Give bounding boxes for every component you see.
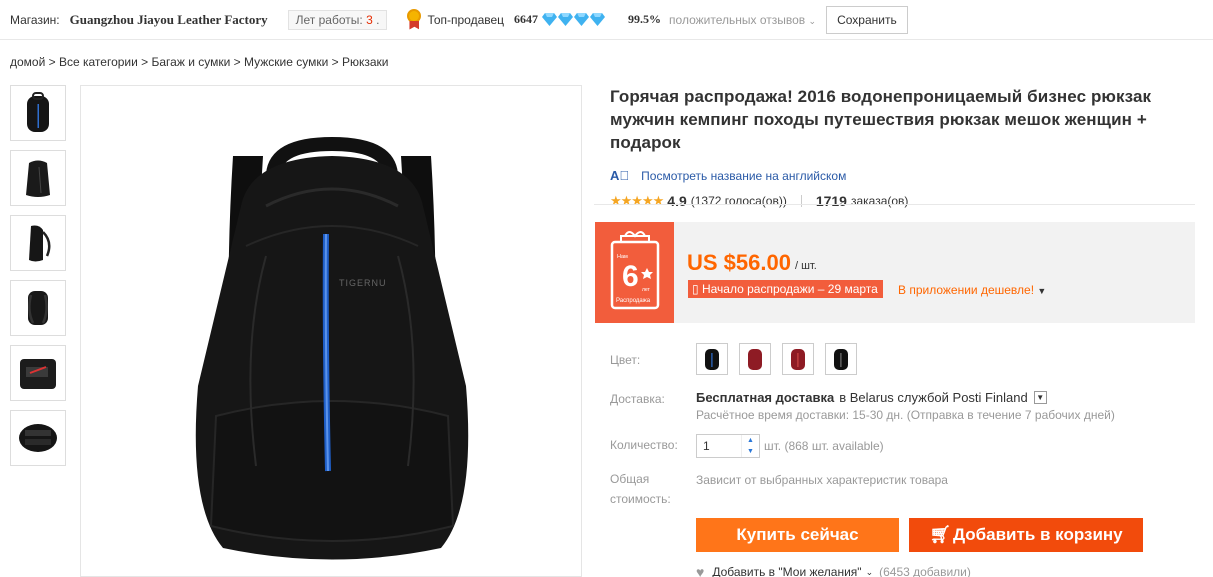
thumbnail-back[interactable] (10, 280, 66, 336)
chevron-down-icon: ⌄ (808, 15, 817, 26)
total-value: Зависит от выбранных характеристик товар… (696, 473, 948, 487)
add-to-wishlist-link[interactable]: Добавить в "Мои желания" (712, 565, 861, 577)
shipping-label: Доставка: (610, 392, 665, 406)
orders-count: 1719 (815, 193, 847, 209)
total-label-line1: Общая (610, 472, 650, 486)
seller-level-diamonds[interactable] (542, 13, 606, 26)
thumbnail-strip (10, 85, 66, 475)
caret-down-icon: ▼ (1037, 286, 1047, 296)
divider (800, 195, 802, 207)
brand-logo-text: TIGERNU (339, 278, 387, 288)
top-seller-label: Топ-продавец (427, 12, 505, 27)
store-label: Магазин: (10, 12, 60, 27)
product-title: Горячая распродажа! 2016 водонепроницаем… (610, 87, 1152, 152)
thumbnail-side[interactable] (10, 215, 66, 271)
quantity-increase-button[interactable]: ▲ (742, 435, 759, 446)
add-to-cart-label: Добавить в корзину (952, 525, 1123, 544)
promo-small-text: лет (642, 287, 651, 293)
color-swatch-black[interactable] (696, 343, 728, 375)
wishlist-count: (6453 добавили) (879, 565, 971, 577)
color-swatch-black-2[interactable] (825, 343, 857, 375)
seller-score[interactable]: 6647 (514, 12, 538, 27)
years-value: 3 (366, 12, 373, 27)
quantity-available: шт. (868 шт. available) (764, 439, 884, 453)
heart-icon[interactable]: ♥ (696, 564, 704, 577)
thumbnail-front[interactable] (10, 85, 66, 141)
shipping-destination: в Belarus службой Posti Finland (839, 390, 1028, 405)
thumbnail-angle[interactable] (10, 150, 66, 206)
main-product-image[interactable]: TIGERNU (80, 85, 582, 577)
feedback-dropdown[interactable]: положительных отзывов ⌄ (669, 13, 816, 27)
diamond-icon (542, 13, 558, 26)
price-unit: / шт. (795, 260, 817, 272)
shipping-info: Бесплатная доставка в Belarus службой Po… (696, 390, 1047, 405)
rating-row: ★★★★★ 4.9 (1372 голоса(ов)) 1719 заказа(… (610, 193, 1210, 209)
sale-start-text: Начало распродажи – 29 марта (701, 282, 878, 296)
shipping-eta: Расчётное время доставки: 15-30 дн. (Отп… (696, 408, 1115, 422)
votes-count[interactable]: (1372 голоса(ов)) (691, 194, 787, 208)
anniversary-promo-badge: Нам 6 лет Распродажа (595, 222, 674, 323)
feedback-label: положительных отзывов (669, 12, 806, 27)
add-to-cart-button[interactable]: 🛒︎ Добавить в корзину (909, 518, 1143, 552)
positive-feedback-percent: 99.5% (628, 12, 662, 26)
price-box: Нам 6 лет Распродажа US $56.00 / шт. ▯ Н… (595, 222, 1195, 323)
quantity-stepper: ▲ ▼ (696, 434, 760, 458)
app-cheaper-text: В приложении дешевле! (898, 283, 1035, 297)
color-label: Цвет: (610, 353, 641, 367)
thumbnail-open[interactable] (10, 345, 66, 401)
years-dot: . (376, 12, 380, 27)
star-rating-icon[interactable]: ★★★★★ (610, 193, 664, 209)
quantity-input[interactable] (697, 435, 741, 457)
sale-start-badge: ▯ Начало распродажи – 29 марта (688, 280, 883, 298)
years-label: Лет работы: (295, 12, 363, 27)
price-value: US $56.00 (687, 250, 791, 275)
translate-link[interactable]: A⃕ Посмотреть название на английском (610, 168, 1210, 183)
orders-label: заказа(ов) (850, 194, 909, 208)
quantity-decrease-button[interactable]: ▼ (742, 446, 759, 457)
cart-icon: 🛒︎ (929, 525, 951, 544)
rating-value: 4.9 (667, 193, 687, 209)
diamond-icon (590, 13, 606, 26)
color-swatches (696, 343, 868, 375)
quantity-spin: ▲ ▼ (741, 435, 759, 457)
promo-bottom-text: Распродажа (616, 298, 651, 304)
buy-now-button[interactable]: Купить сейчас (696, 518, 899, 552)
color-swatch-red-2[interactable] (782, 343, 814, 375)
diamond-icon (558, 13, 574, 26)
store-years-badge: Лет работы: 3 . (287, 9, 388, 30)
medal-icon (405, 8, 423, 31)
product-info: Горячая распродажа! 2016 водонепроницаем… (610, 85, 1210, 209)
color-swatch-red[interactable] (739, 343, 771, 375)
section-divider (594, 204, 1195, 205)
thumbnail-interior[interactable] (10, 410, 66, 466)
diamond-icon (574, 13, 590, 26)
save-store-button[interactable]: Сохранить (826, 5, 908, 34)
chevron-down-icon[interactable]: ⌄ (866, 567, 874, 577)
phone-icon: ▯ (692, 282, 699, 296)
shipping-dropdown-button[interactable]: ▼ (1033, 391, 1047, 404)
breadcrumb[interactable]: домой > Все категории > Багаж и сумки > … (10, 55, 389, 69)
total-label-line2: стоимость: (610, 492, 671, 506)
store-name-link[interactable]: Guangzhou Jiayou Leather Factory (70, 12, 268, 28)
wishlist-row: ♥ Добавить в "Мои желания" ⌄ (6453 добав… (696, 564, 971, 577)
store-bar: Магазин: Guangzhou Jiayou Leather Factor… (0, 0, 1213, 40)
translate-link-text: Посмотреть название на английском (641, 168, 847, 183)
translate-icon: A⃕ (610, 168, 630, 183)
free-shipping-text: Бесплатная доставка (696, 390, 835, 405)
promo-big-number: 6 (622, 260, 639, 293)
quantity-label: Количество: (610, 438, 678, 452)
app-cheaper-dropdown[interactable]: В приложении дешевле! ▼ (898, 283, 1046, 297)
